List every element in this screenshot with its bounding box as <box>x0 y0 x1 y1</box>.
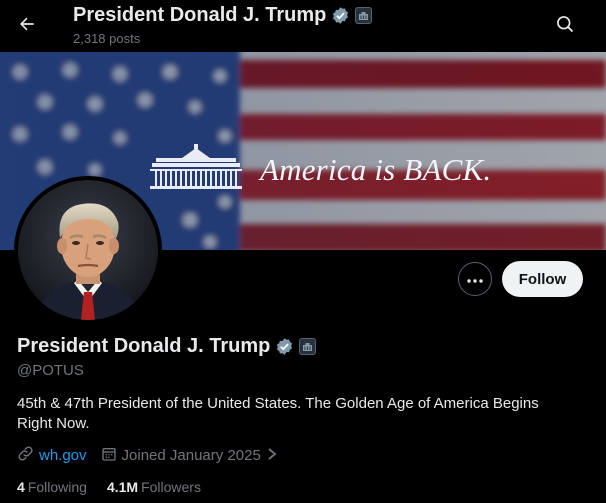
follow-button[interactable]: Follow <box>502 261 583 297</box>
search-button[interactable] <box>548 9 582 43</box>
verified-badge-icon[interactable] <box>275 337 294 356</box>
affiliate-badge-icon[interactable] <box>355 7 373 24</box>
website-item: wh.gov <box>17 445 87 466</box>
following-count: 4 <box>17 479 25 495</box>
profile-stats: 4 Following 4.1M Followers <box>17 479 201 495</box>
followers-count: 4.1M <box>106 479 139 495</box>
more-options-button[interactable] <box>458 262 492 296</box>
avatar[interactable] <box>18 180 158 320</box>
website-link[interactable]: wh.gov <box>39 447 87 464</box>
post-count: 2,318 posts <box>73 31 141 46</box>
profile-name: President Donald J. Trump <box>17 335 271 357</box>
back-arrow-icon <box>17 14 37 39</box>
profile-name-row: President Donald J. Trump <box>17 335 317 358</box>
top-bar: President Donald J. Trump 2,318 posts <box>0 0 606 52</box>
back-button[interactable] <box>10 9 44 43</box>
followers-label: Followers <box>141 479 201 495</box>
header-title: President Donald J. Trump <box>73 4 327 26</box>
avatar-frame <box>14 176 162 324</box>
more-icon <box>467 270 483 288</box>
profile-meta: wh.gov Joined January 2025 <box>17 445 278 466</box>
link-icon <box>17 445 34 466</box>
profile-bio: 45th & 47th President of the United Stat… <box>17 395 539 432</box>
joined-date: Joined January 2025 <box>121 447 261 464</box>
joined-item[interactable]: Joined January 2025 <box>101 446 278 466</box>
calendar-icon <box>101 446 117 466</box>
banner-slogan: America is BACK. <box>260 152 492 187</box>
profile-handle: @POTUS <box>17 362 84 379</box>
verified-badge-icon[interactable] <box>331 6 350 25</box>
chevron-right-icon <box>266 447 278 465</box>
following-link[interactable]: 4 Following <box>17 479 87 495</box>
affiliate-badge-icon[interactable] <box>299 338 317 355</box>
header-title-row: President Donald J. Trump <box>73 4 373 27</box>
search-icon <box>555 14 575 39</box>
following-label: Following <box>27 479 87 495</box>
followers-link[interactable]: 4.1M Followers <box>107 479 201 495</box>
